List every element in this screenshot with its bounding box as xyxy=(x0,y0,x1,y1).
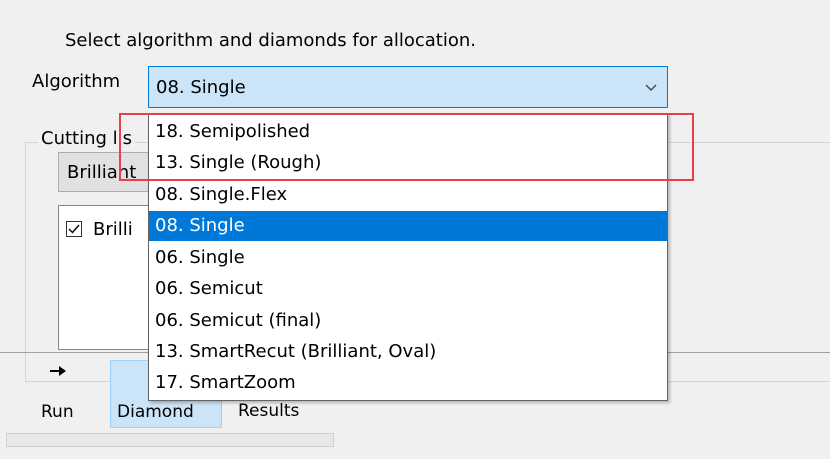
algorithm-option-semicut[interactable]: 06. Semicut xyxy=(149,274,667,304)
checkmark-icon xyxy=(68,224,80,234)
run-button[interactable]: Run xyxy=(38,360,98,428)
instruction-text: Select algorithm and diamonds for alloca… xyxy=(65,30,477,51)
chevron-down-icon xyxy=(645,84,657,91)
results-tab[interactable]: Results xyxy=(238,401,299,421)
algorithm-option-single-08[interactable]: 08. Single xyxy=(149,211,667,241)
run-label: Run xyxy=(41,402,74,422)
horizontal-scrollbar[interactable] xyxy=(6,433,334,447)
algorithm-option-single-flex[interactable]: 08. Single.Flex xyxy=(149,180,667,210)
diamond-tab-label: Diamond xyxy=(117,402,194,422)
cutting-item-checkbox[interactable] xyxy=(66,221,82,237)
algorithm-option-smartrecut[interactable]: 13. SmartRecut (Brilliant, Oval) xyxy=(149,337,667,367)
cutting-item-label: Brilli xyxy=(93,219,133,240)
arrow-right-icon xyxy=(50,366,66,376)
algorithm-selected-value: 08. Single xyxy=(156,77,246,98)
annotation-highlight-box xyxy=(119,113,694,181)
algorithm-option-single-06[interactable]: 06. Single xyxy=(149,243,667,273)
algorithm-label: Algorithm xyxy=(32,71,121,92)
algorithm-option-smartzoom[interactable]: 17. SmartZoom xyxy=(149,368,667,398)
algorithm-option-semicut-final[interactable]: 06. Semicut (final) xyxy=(149,306,667,336)
algorithm-combobox[interactable]: 08. Single xyxy=(148,66,668,108)
